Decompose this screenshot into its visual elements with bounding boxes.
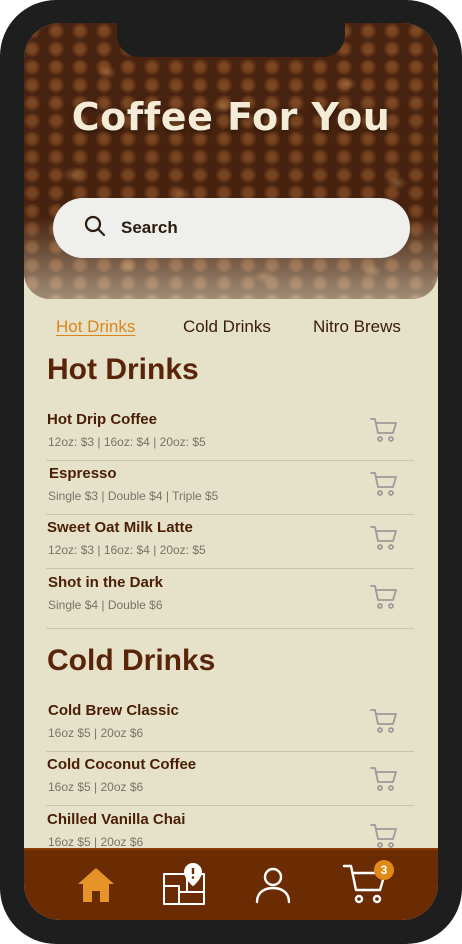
item-prices: Single $3 | Double $4 | Triple $5 [48,489,219,503]
add-to-cart-button[interactable] [370,417,398,443]
map-alert-icon [163,863,205,905]
hero-banner: Coffee For You Search [24,23,438,299]
cart-icon [370,526,397,550]
cart-icon [370,767,397,791]
item-name: Hot Drip Coffee [47,411,157,428]
item-prices: 12oz: $3 | 16oz: $4 | 20oz: $5 [48,435,206,449]
bottom-nav: 3 [24,848,438,920]
app-screen: Coffee For You Search Hot Drinks Cold Dr… [24,23,438,920]
item-prices: 16oz $5 | 20oz $6 [48,835,144,849]
item-prices: 12oz: $3 | 16oz: $4 | 20oz: $5 [48,543,206,557]
add-to-cart-button[interactable] [370,823,398,849]
list-item[interactable]: Shot in the Dark Single $4 | Double $6 [46,570,414,629]
section-title-cold: Cold Drinks [47,644,216,677]
list-item[interactable]: Cold Coconut Coffee 16oz $5 | 20oz $6 [46,752,414,806]
phone-frame: Coffee For You Search Hot Drinks Cold Dr… [0,0,462,944]
add-to-cart-button[interactable] [370,584,398,610]
add-to-cart-button[interactable] [370,471,398,497]
item-name: Cold Coconut Coffee [47,756,197,773]
cart-icon [370,585,397,609]
nav-cart-button[interactable]: 3 [342,860,394,908]
item-prices: 16oz $5 | 20oz $6 [48,780,144,794]
item-prices: 16oz $5 | 20oz $6 [48,726,144,740]
app-title: Coffee For You [71,95,391,139]
cart-icon [370,824,397,848]
nav-map-button[interactable] [161,862,207,908]
list-item[interactable]: Sweet Oat Milk Latte 12oz: $3 | 16oz: $4… [46,515,414,569]
list-item[interactable]: Espresso Single $3 | Double $4 | Triple … [46,461,414,515]
search-icon [83,214,107,242]
list-item[interactable]: Hot Drip Coffee 12oz: $3 | 16oz: $4 | 20… [46,407,414,461]
add-to-cart-button[interactable] [370,708,398,734]
item-name: Sweet Oat Milk Latte [47,519,193,536]
search-input[interactable]: Search [53,198,410,258]
item-prices: Single $4 | Double $6 [48,598,163,612]
item-name: Shot in the Dark [48,574,164,591]
search-placeholder: Search [121,218,178,237]
tab-cold-drinks[interactable]: Cold Drinks [183,317,271,337]
nav-home-button[interactable] [73,862,119,908]
add-to-cart-button[interactable] [370,766,398,792]
tab-nitro-brews[interactable]: Nitro Brews [313,317,401,337]
nav-profile-button[interactable] [250,862,296,908]
cart-count-badge: 3 [374,860,394,880]
item-name: Chilled Vanilla Chai [47,811,186,828]
cart-icon [370,418,397,442]
cart-icon [370,709,397,733]
cart-icon [370,472,397,496]
category-tabs: Hot Drinks Cold Drinks Nitro Brews [24,317,438,345]
phone-notch [117,23,345,57]
item-name: Espresso [49,465,117,482]
item-name: Cold Brew Classic [48,702,179,719]
add-to-cart-button[interactable] [370,525,398,551]
tab-hot-drinks[interactable]: Hot Drinks [56,317,135,337]
profile-icon [255,867,291,904]
home-icon [78,868,114,902]
list-item[interactable]: Cold Brew Classic 16oz $5 | 20oz $6 [46,698,414,752]
section-title-hot: Hot Drinks [47,353,199,386]
